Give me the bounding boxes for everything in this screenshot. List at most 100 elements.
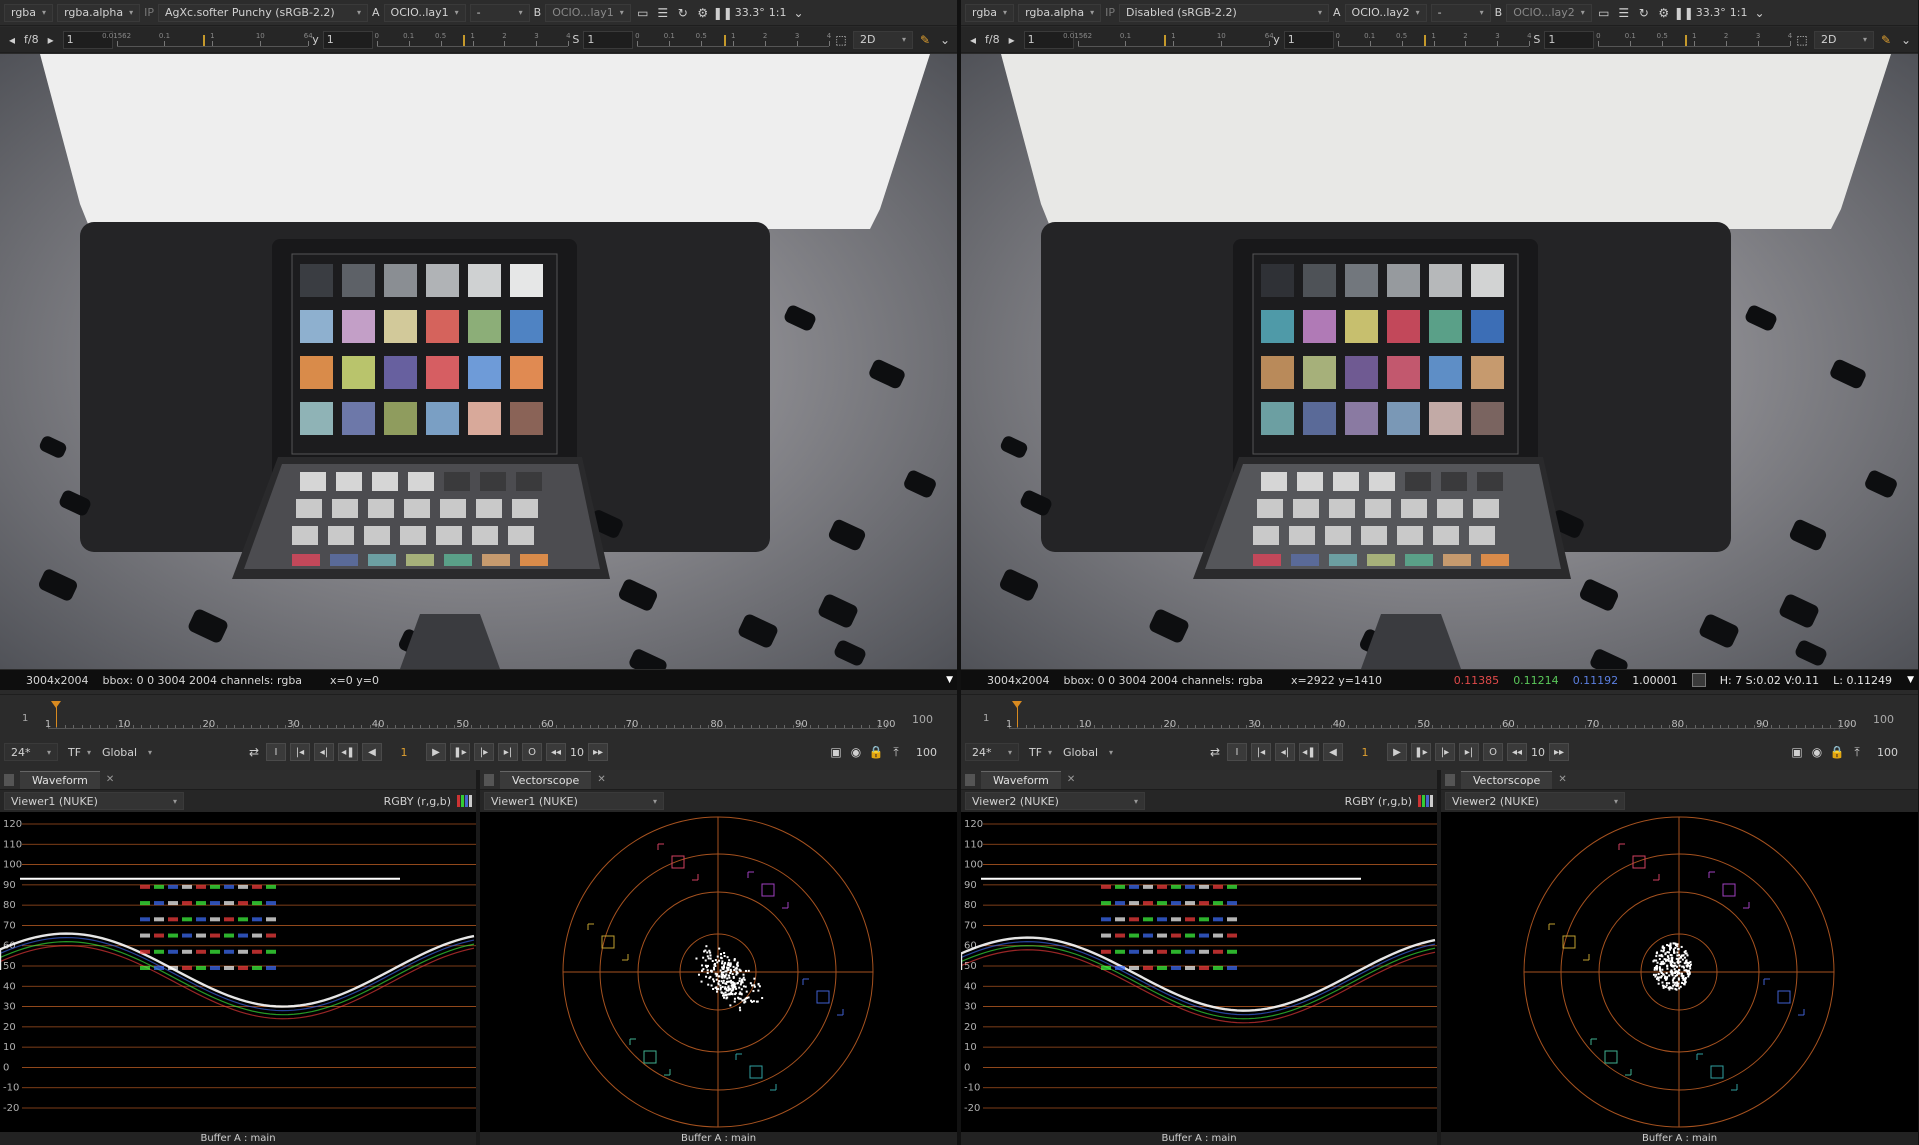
fstop-label[interactable]: f/8	[985, 33, 1000, 46]
in-point-button[interactable]: I	[1227, 743, 1247, 761]
lines-icon[interactable]: ☰	[1616, 5, 1632, 21]
range-dropdown[interactable]: Global ▾	[96, 743, 158, 761]
refresh-icon[interactable]: ↻	[675, 5, 691, 21]
step-value[interactable]: 10	[1531, 746, 1545, 759]
tf-dropdown[interactable]: TF ▾	[1023, 743, 1053, 761]
export-icon[interactable]: ⤒	[888, 744, 904, 760]
saturation-input[interactable]: 1	[583, 30, 634, 49]
tab-waveform[interactable]: Waveform	[981, 770, 1061, 789]
play-backward-icon[interactable]: ◀	[1323, 743, 1343, 761]
out-point-button[interactable]: O	[522, 743, 542, 761]
pause-icon[interactable]: ❚❚	[713, 5, 733, 21]
channels-dropdown[interactable]: rgba ▾	[965, 3, 1015, 22]
saturation-slider[interactable]: 0 0.1 0.5 1 2 3 4	[1596, 32, 1792, 47]
loop-icon[interactable]: ⇄	[1207, 744, 1223, 760]
record-icon[interactable]: ◉	[848, 744, 864, 760]
arrow-left-icon[interactable]: ◂	[4, 32, 20, 48]
prev-frame-icon[interactable]: ◂❚	[338, 743, 358, 761]
step-back-icon[interactable]: ◂◂	[546, 743, 566, 761]
pixel-ratio[interactable]: 1:1	[1730, 6, 1748, 19]
input-b-dropdown[interactable]: OCIO...lay2 ▾	[1506, 3, 1592, 22]
slider-handle[interactable]	[202, 34, 205, 46]
step-forward-icon[interactable]: ▸▸	[1549, 743, 1569, 761]
loop-icon[interactable]: ⇄	[246, 744, 262, 760]
wipe-mode-dropdown[interactable]: - ▾	[469, 3, 530, 22]
chevron-down-icon[interactable]: ⌄	[1898, 32, 1914, 48]
display-transform-dropdown[interactable]: AgXc.softer Punchy (sRGB-2.2) ▾	[158, 3, 368, 22]
gain-slider[interactable]: 0.01562 0.1 1 10 64	[102, 32, 313, 47]
chevron-down-icon[interactable]: ⌄	[937, 32, 953, 48]
play-forward-icon[interactable]: ▶	[1387, 743, 1407, 761]
gamma-input[interactable]: 1	[322, 30, 373, 49]
tab-vectorscope[interactable]: Vectorscope	[1461, 770, 1553, 789]
step-forward-icon[interactable]: ▸▸	[588, 743, 608, 761]
ip-button[interactable]: IP	[144, 6, 154, 19]
waveform-mode[interactable]: RGBY (r,g,b)	[384, 795, 472, 808]
wipe-mode-dropdown[interactable]: - ▾	[1430, 3, 1491, 22]
step-back-icon[interactable]: ◂◂	[1507, 743, 1527, 761]
waveform-source-dropdown[interactable]: Viewer1 (NUKE) ▾	[4, 792, 184, 810]
last-frame-icon[interactable]: ▸|	[1459, 743, 1479, 761]
next-frame-icon[interactable]: ❚▸	[1411, 743, 1431, 761]
view-mode-dropdown[interactable]: 2D ▾	[1814, 30, 1874, 49]
current-frame-input[interactable]: 1	[386, 746, 422, 759]
vectorscope-source-dropdown[interactable]: Viewer1 (NUKE) ▾	[484, 792, 664, 810]
flipbook-icon[interactable]: ▣	[1789, 744, 1805, 760]
first-frame-icon[interactable]: |◂	[290, 743, 310, 761]
close-icon[interactable]: ✕	[597, 774, 605, 785]
saturation-slider[interactable]: 0 0.1 0.5 1 2 3 4	[635, 32, 831, 47]
zoom-level[interactable]: 33.3°	[1696, 6, 1726, 19]
arrow-left-icon[interactable]: ◂	[965, 32, 981, 48]
out-point-button[interactable]: O	[1483, 743, 1503, 761]
caret-down-icon[interactable]: ▼	[1907, 675, 1914, 685]
timeline-ruler[interactable]: 1 10 20 30 40 50 60 70 80 90 100	[1006, 705, 1857, 730]
close-icon[interactable]: ✕	[106, 774, 114, 785]
refresh-icon[interactable]: ↻	[1636, 5, 1652, 21]
next-key-icon[interactable]: |▸	[474, 743, 494, 761]
tab-vectorscope[interactable]: Vectorscope	[500, 770, 592, 789]
arrow-right-icon[interactable]: ▸	[43, 32, 59, 48]
saturation-input[interactable]: 1	[1544, 30, 1595, 49]
timeline-ruler[interactable]: 1 10 20 30 40 50 60 70 80 90 100	[45, 705, 896, 730]
arrow-right-icon[interactable]: ▸	[1004, 32, 1020, 48]
vectorscope-source-dropdown[interactable]: Viewer2 (NUKE) ▾	[1445, 792, 1625, 810]
next-key-icon[interactable]: |▸	[1435, 743, 1455, 761]
channels-dropdown[interactable]: rgba ▾	[4, 3, 54, 22]
alpha-dropdown[interactable]: rgba.alpha ▾	[1018, 3, 1102, 22]
view-mode-dropdown[interactable]: 2D ▾	[853, 30, 913, 49]
first-frame-icon[interactable]: |◂	[1251, 743, 1271, 761]
flipbook-icon[interactable]: ▣	[828, 744, 844, 760]
last-frame-icon[interactable]: ▸|	[498, 743, 518, 761]
prev-key-icon[interactable]: ◂|	[314, 743, 334, 761]
close-icon[interactable]: ✕	[1558, 774, 1566, 785]
input-b-dropdown[interactable]: OCIO...lay1 ▾	[545, 3, 631, 22]
close-icon[interactable]: ✕	[1067, 774, 1075, 785]
roi-icon[interactable]: ⬚	[1794, 32, 1810, 48]
prev-key-icon[interactable]: ◂|	[1275, 743, 1295, 761]
alpha-dropdown[interactable]: rgba.alpha ▾	[57, 3, 141, 22]
gamma-slider[interactable]: 0 0.1 0.5 1 2 3 4	[375, 32, 571, 47]
panel-handle-icon[interactable]	[1445, 773, 1455, 786]
brush-icon[interactable]: ✎	[917, 32, 933, 48]
fps-dropdown[interactable]: 24* ▾	[4, 743, 58, 761]
step-value[interactable]: 10	[570, 746, 584, 759]
record-icon[interactable]: ◉	[1809, 744, 1825, 760]
input-a-dropdown[interactable]: OCIO..lay2 ▾	[1344, 3, 1427, 22]
prev-frame-icon[interactable]: ◂❚	[1299, 743, 1319, 761]
slider-handle[interactable]	[462, 34, 465, 46]
waveform-source-dropdown[interactable]: Viewer2 (NUKE) ▾	[965, 792, 1145, 810]
ip-button[interactable]: IP	[1105, 6, 1115, 19]
pause-icon[interactable]: ❚❚	[1674, 5, 1694, 21]
lines-icon[interactable]: ☰	[655, 5, 671, 21]
gamma-input[interactable]: 1	[1283, 30, 1334, 49]
tab-waveform[interactable]: Waveform	[20, 770, 100, 789]
lock-icon[interactable]: 🔒	[1829, 744, 1845, 760]
viewer-image[interactable]	[961, 54, 1918, 669]
pixel-ratio[interactable]: 1:1	[769, 6, 787, 19]
slider-handle[interactable]	[723, 34, 726, 46]
slider-handle[interactable]	[1423, 34, 1426, 46]
chevron-down-icon[interactable]: ⌄	[791, 5, 807, 21]
panel-handle-icon[interactable]	[484, 773, 494, 786]
roi-icon[interactable]: ⬚	[833, 32, 849, 48]
next-frame-icon[interactable]: ❚▸	[450, 743, 470, 761]
